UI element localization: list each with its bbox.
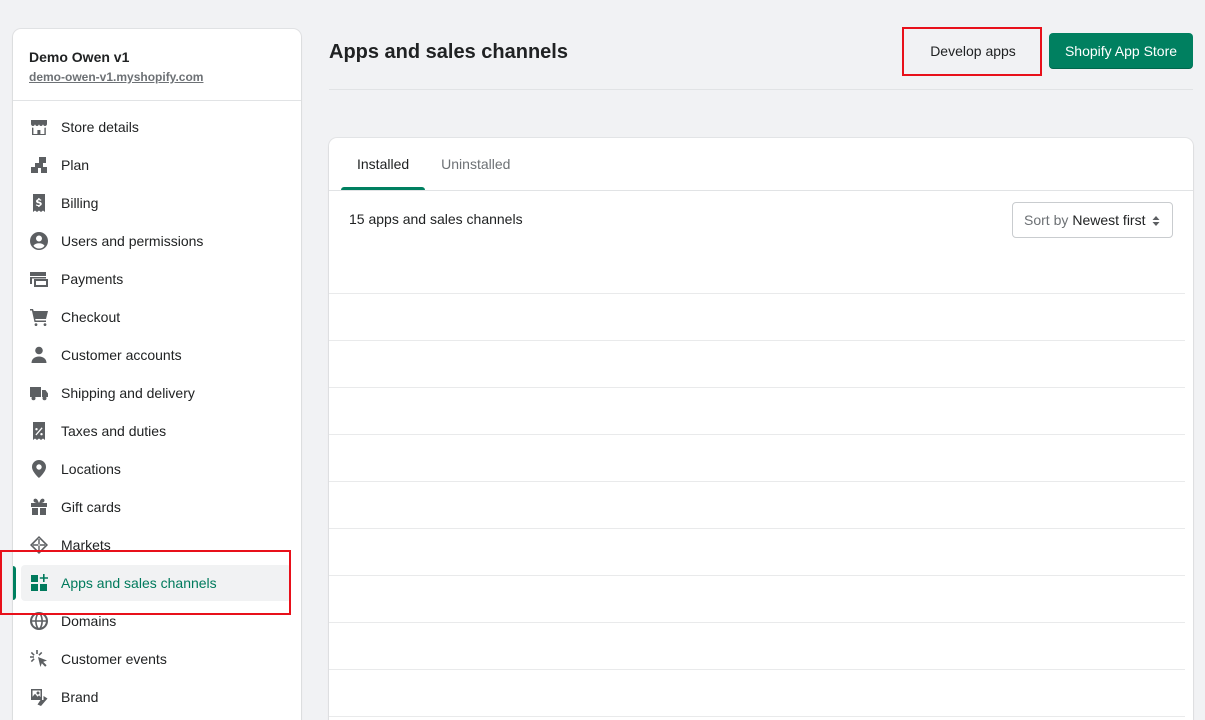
sidebar-item-label: Markets [61, 537, 111, 553]
sidebar-item-label: Domains [61, 613, 117, 629]
sidebar-item-label: Checkout [61, 309, 121, 325]
sidebar-item-label: Payments [61, 271, 124, 287]
list-item[interactable] [329, 341, 1185, 388]
sidebar-item-billing[interactable]: Billing [13, 184, 301, 222]
store-name: Demo Owen v1 [29, 49, 130, 65]
domains-globe-icon [29, 611, 49, 631]
sidebar-item-shipping[interactable]: Shipping and delivery [13, 374, 301, 412]
list-item[interactable] [329, 623, 1185, 670]
store-header: Demo Owen v1 demo-owen-v1.myshopify.com [13, 29, 301, 101]
sidebar-item-customer-accounts[interactable]: Customer accounts [13, 336, 301, 374]
sidebar-item-label: Locations [61, 461, 121, 477]
tab-installed[interactable]: Installed [341, 138, 426, 190]
list-item[interactable] [329, 529, 1185, 576]
sidebar-item-users[interactable]: Users and permissions [13, 222, 301, 260]
gift-icon [29, 497, 49, 517]
header-divider [329, 89, 1193, 90]
settings-nav: Store details Plan Billing Users and per… [13, 101, 301, 716]
sidebar-item-customer-events[interactable]: Customer events [13, 640, 301, 678]
sidebar-item-label: Store details [61, 119, 139, 135]
sidebar-item-brand[interactable]: Brand [13, 678, 301, 716]
apps-tabs: Installed Uninstalled [329, 138, 1193, 191]
person-icon [29, 345, 49, 365]
sidebar-item-label: Brand [61, 689, 99, 705]
sidebar-item-plan[interactable]: Plan [13, 146, 301, 184]
list-item[interactable] [329, 576, 1185, 623]
location-pin-icon [29, 459, 49, 479]
sidebar-item-label: Shipping and delivery [61, 385, 195, 401]
select-arrows-icon [1152, 214, 1160, 226]
tax-receipt-icon [29, 421, 49, 441]
page-title: Apps and sales channels [329, 41, 568, 63]
user-circle-icon [29, 231, 49, 251]
list-item[interactable] [329, 247, 1185, 294]
list-item[interactable] [329, 482, 1185, 529]
sidebar-item-gift-cards[interactable]: Gift cards [13, 488, 301, 526]
sidebar-item-label: Customer accounts [61, 347, 182, 363]
shopify-app-store-button[interactable]: Shopify App Store [1049, 33, 1193, 69]
sidebar-item-locations[interactable]: Locations [13, 450, 301, 488]
sidebar-item-label: Apps and sales channels [61, 575, 217, 591]
sidebar-item-label: Users and permissions [61, 233, 204, 249]
sidebar-item-markets[interactable]: Markets [13, 526, 301, 564]
brand-icon [29, 687, 49, 707]
sidebar-item-label: Plan [61, 157, 90, 173]
sidebar-item-taxes[interactable]: Taxes and duties [13, 412, 301, 450]
sidebar-item-payments[interactable]: Payments [13, 260, 301, 298]
sidebar-item-label: Billing [61, 195, 99, 211]
sidebar-item-store-details[interactable]: Store details [13, 108, 301, 146]
sort-select[interactable]: Sort by Newest first [1012, 202, 1173, 238]
apps-card: Installed Uninstalled 15 apps and sales … [329, 138, 1193, 720]
sidebar-item-label: Customer events [61, 651, 167, 667]
list-item[interactable] [329, 294, 1185, 341]
sidebar-item-apps-and-sales-channels[interactable]: Apps and sales channels [13, 564, 301, 602]
cursor-click-icon [29, 649, 49, 669]
sort-prefix: Sort by [1024, 212, 1069, 228]
active-item-indicator [13, 566, 16, 600]
payments-icon [29, 269, 49, 289]
sidebar-item-label: Gift cards [61, 499, 121, 515]
sidebar-item-checkout[interactable]: Checkout [13, 298, 301, 336]
apps-count-text: 15 apps and sales channels [349, 211, 523, 227]
sort-value: Newest first [1072, 212, 1146, 228]
list-item[interactable] [329, 435, 1185, 482]
billing-icon [29, 193, 49, 213]
sidebar-item-label: Taxes and duties [61, 423, 167, 439]
store-icon [29, 117, 49, 137]
list-item[interactable] [329, 670, 1185, 717]
sidebar-item-domains[interactable]: Domains [13, 602, 301, 640]
develop-apps-button[interactable]: Develop apps [911, 33, 1035, 69]
truck-icon [29, 383, 49, 403]
apps-toolbar: 15 apps and sales channels Sort by Newes… [329, 191, 1193, 247]
apps-icon [29, 573, 49, 593]
plan-icon [29, 155, 49, 175]
tab-uninstalled[interactable]: Uninstalled [425, 138, 526, 190]
globe-icon [29, 535, 49, 555]
list-item[interactable] [329, 388, 1185, 435]
store-url-link[interactable]: demo-owen-v1.myshopify.com [29, 70, 203, 84]
cart-icon [29, 307, 49, 327]
apps-list [329, 247, 1193, 717]
settings-sidebar: Demo Owen v1 demo-owen-v1.myshopify.com … [13, 29, 301, 720]
